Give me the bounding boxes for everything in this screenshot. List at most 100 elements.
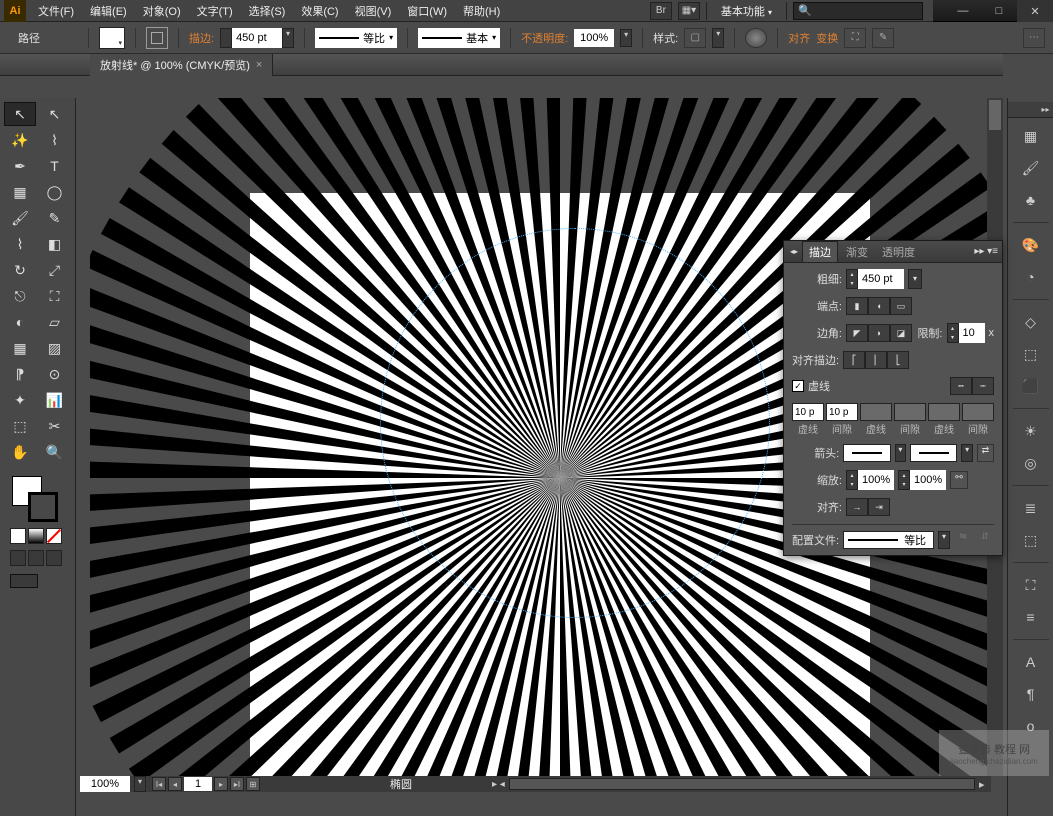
opacity-label[interactable]: 不透明度:: [521, 30, 568, 46]
pen-tool[interactable]: ✒: [4, 154, 36, 178]
zoom-input[interactable]: 100%: [80, 776, 130, 792]
stroke-panel[interactable]: ◂▸ 描边 渐变 透明度 ▸▸ ▾≡ 粗细: ▴▾450 pt ▾ 端点: ▮◖…: [783, 240, 1003, 556]
align-arrow-buttons[interactable]: →⇥: [846, 498, 890, 516]
window-max-button[interactable]: □: [981, 0, 1017, 22]
arrow-start-select[interactable]: [843, 444, 890, 462]
limit-input[interactable]: 10: [959, 323, 985, 343]
selection-tool[interactable]: ↖: [4, 102, 36, 126]
zoom-tool[interactable]: 🔍: [39, 440, 71, 464]
free-transform-tool[interactable]: ⛶: [39, 284, 71, 308]
menu-select[interactable]: 选择(S): [241, 3, 294, 19]
panel-tab-gradient[interactable]: 渐变: [840, 242, 874, 262]
link-scale-button[interactable]: ⚯: [950, 471, 968, 489]
arrow-scale-2[interactable]: 100%: [910, 470, 946, 490]
screen-mode-button[interactable]: [10, 574, 38, 588]
graph-tool[interactable]: 📊: [39, 388, 71, 412]
line-tool[interactable]: ▦: [4, 180, 36, 204]
stroke-weight-input[interactable]: 450 pt: [232, 28, 282, 48]
flip-y-button[interactable]: ⇵: [976, 531, 994, 549]
artboard-tool[interactable]: ⬚: [4, 414, 36, 438]
panel-icon-transform[interactable]: ⛶: [1017, 571, 1045, 599]
panel-icon-stroke[interactable]: ◇: [1017, 308, 1045, 336]
menu-edit[interactable]: 编辑(E): [82, 3, 135, 19]
arrow-scale-1[interactable]: 100%: [858, 470, 894, 490]
menu-effect[interactable]: 效果(C): [293, 3, 346, 19]
panel-icon-graphic-styles[interactable]: ◎: [1017, 449, 1045, 477]
gradient-tool[interactable]: ▨: [39, 336, 71, 360]
swap-arrows-button[interactable]: ⇄: [977, 444, 994, 462]
rotate-tool[interactable]: ↻: [4, 258, 36, 282]
shape-builder-tool[interactable]: ◐: [4, 310, 36, 334]
panel-icon-symbols[interactable]: ♣: [1017, 186, 1045, 214]
dash-3-input[interactable]: [928, 403, 960, 421]
document-tab[interactable]: 放射线* @ 100% (CMYK/预览) ×: [90, 54, 273, 76]
dock-collapse-button[interactable]: ▸▸: [1008, 102, 1053, 118]
panel-icon-layers[interactable]: ≣: [1017, 494, 1045, 522]
bridge-button[interactable]: Br: [650, 2, 672, 20]
isolate-button[interactable]: ⛶: [844, 28, 866, 48]
stroke-profile-combo[interactable]: 等比▾: [315, 28, 397, 48]
edit-button[interactable]: ✎: [872, 28, 894, 48]
last-artboard-button[interactable]: ▸I: [230, 777, 244, 791]
panel-icon-color-guide[interactable]: ▦: [1017, 122, 1045, 150]
window-close-button[interactable]: ✕: [1017, 0, 1053, 22]
prev-artboard-button[interactable]: ◂: [168, 777, 182, 791]
artboard-nav-button[interactable]: ⊞: [246, 777, 260, 791]
brush-combo[interactable]: 基本▾: [418, 28, 500, 48]
weight-dropdown[interactable]: ▾: [908, 269, 922, 289]
style-swatch[interactable]: ▢: [684, 28, 706, 48]
color-mode-gradient[interactable]: [28, 528, 44, 544]
direct-selection-tool[interactable]: ↖: [39, 102, 71, 126]
gap-2-input[interactable]: [894, 403, 926, 421]
blob-brush-tool[interactable]: ⌇: [4, 232, 36, 256]
cap-buttons[interactable]: ▮◖▭: [846, 297, 912, 315]
menu-file[interactable]: 文件(F): [30, 3, 82, 19]
ellipse-tool[interactable]: ◯: [39, 180, 71, 204]
pencil-tool[interactable]: ✎: [39, 206, 71, 230]
workspace-switcher[interactable]: 基本功能 ▾: [713, 3, 780, 19]
first-artboard-button[interactable]: I◂: [152, 777, 166, 791]
color-mode-solid[interactable]: [10, 528, 26, 544]
paintbrush-tool[interactable]: 🖌: [4, 206, 36, 230]
arrow-end-select[interactable]: [910, 444, 957, 462]
recolor-button[interactable]: [745, 28, 767, 48]
color-mode-none[interactable]: [46, 528, 62, 544]
scale-tool[interactable]: ⤢: [39, 258, 71, 282]
next-artboard-button[interactable]: ▸: [214, 777, 228, 791]
type-tool[interactable]: T: [39, 154, 71, 178]
dash-align-2[interactable]: ┉: [972, 377, 994, 395]
panel-icon-appearance[interactable]: ☀: [1017, 417, 1045, 445]
magic-wand-tool[interactable]: ✨: [4, 128, 36, 152]
width-tool[interactable]: ⎋: [4, 284, 36, 308]
dashed-line-checkbox[interactable]: ✓虚线: [792, 378, 830, 394]
draw-inside[interactable]: [46, 550, 62, 566]
weight-input[interactable]: 450 pt: [858, 269, 904, 289]
draw-behind[interactable]: [28, 550, 44, 566]
close-tab-icon[interactable]: ×: [256, 59, 262, 71]
profile-select[interactable]: 等比: [843, 531, 934, 549]
transform-label[interactable]: 变换: [816, 30, 838, 46]
panel-icon-transparency[interactable]: ⬛: [1017, 372, 1045, 400]
panel-icon-align[interactable]: ≡: [1017, 603, 1045, 631]
panel-icon-color[interactable]: 🎨: [1017, 231, 1045, 259]
slice-tool[interactable]: ✂: [39, 414, 71, 438]
panel-icon-paragraph[interactable]: ¶: [1017, 680, 1045, 708]
eraser-tool[interactable]: ◧: [39, 232, 71, 256]
hand-tool[interactable]: ✋: [4, 440, 36, 464]
panel-icon-opentype[interactable]: ο: [1017, 712, 1045, 740]
artboard-number[interactable]: 1: [184, 777, 212, 791]
corner-buttons[interactable]: ◤◗◪: [846, 324, 912, 342]
menu-view[interactable]: 视图(V): [347, 3, 400, 19]
dash-1-input[interactable]: [792, 403, 824, 421]
flip-x-button[interactable]: ⇋: [954, 531, 972, 549]
draw-normal[interactable]: [10, 550, 26, 566]
fill-stroke-indicator[interactable]: [4, 474, 71, 522]
stroke-swatch[interactable]: [146, 27, 168, 49]
panel-tab-transparency[interactable]: 透明度: [876, 242, 921, 262]
menu-help[interactable]: 帮助(H): [455, 3, 508, 19]
panel-icon-gradient[interactable]: ⬚: [1017, 340, 1045, 368]
menu-window[interactable]: 窗口(W): [399, 3, 455, 19]
gap-1-input[interactable]: [826, 403, 858, 421]
panel-tab-stroke[interactable]: 描边: [802, 241, 838, 262]
search-input[interactable]: 🔍: [793, 2, 923, 20]
